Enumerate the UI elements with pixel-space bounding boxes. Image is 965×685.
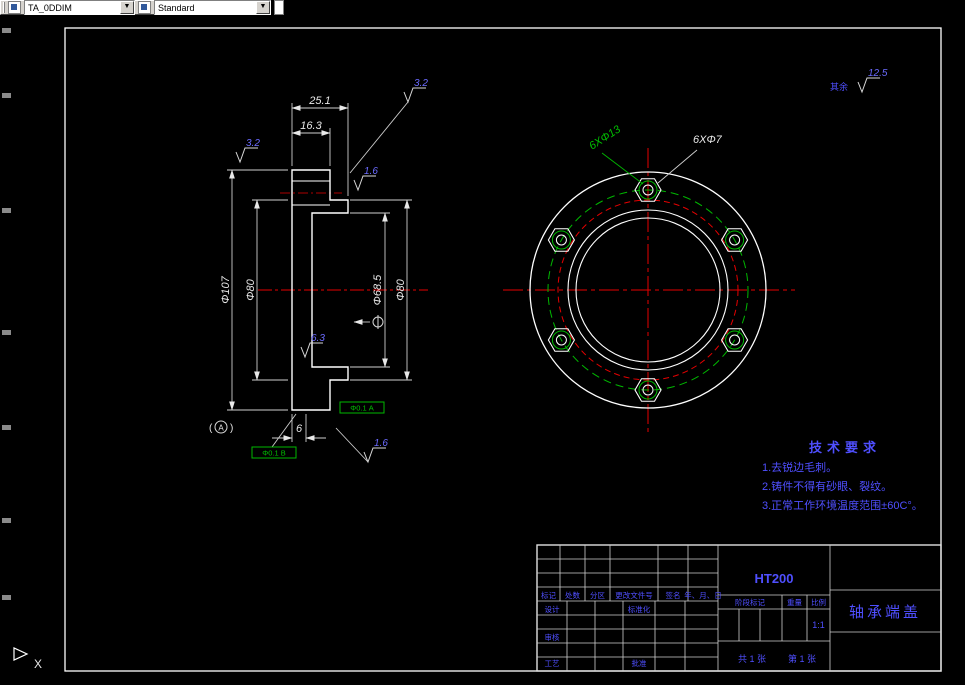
datum-paren: ) bbox=[230, 423, 233, 434]
chevron-down-icon[interactable]: ▼ bbox=[256, 1, 270, 14]
gdt-text: Φ0.1 A bbox=[350, 404, 374, 413]
dim-total-width: 25.1 bbox=[308, 95, 330, 107]
craft-label: 工艺 bbox=[545, 659, 560, 668]
tech-req-item: 1.去锐边毛刺。 bbox=[762, 460, 837, 474]
dim-step: 6 bbox=[296, 423, 303, 435]
drawing-canvas[interactable]: 25.1 16.3 Φ107 Φ80 Φ68.5 Φ80 6 3.2 3.2 1… bbox=[0, 0, 965, 685]
weight-label: 重量 bbox=[787, 598, 802, 607]
rev-label: 年、月、日 bbox=[684, 590, 722, 600]
part-name: 轴承端盖 bbox=[849, 604, 921, 621]
chevron-down-icon[interactable]: ▼ bbox=[120, 1, 134, 14]
text-style-dropdown[interactable]: Standard ▼ bbox=[154, 0, 271, 15]
rev-label: 处数 bbox=[565, 590, 580, 600]
rev-label: 分区 bbox=[590, 591, 605, 600]
ucs-x-label: X bbox=[34, 657, 42, 671]
gdt-text: Φ0.1 B bbox=[262, 449, 286, 458]
hole-label: 6XΦ7 bbox=[693, 134, 723, 146]
text-style-icon[interactable] bbox=[138, 1, 151, 14]
dim-flange-width: 16.3 bbox=[300, 120, 322, 132]
roughness-value: 1.6 bbox=[374, 438, 388, 449]
scale-value: 1:1 bbox=[812, 620, 825, 630]
dim-bore-dia: Φ68.5 bbox=[372, 274, 384, 305]
datum-letter: A bbox=[218, 424, 224, 433]
rev-label: 更改文件号 bbox=[615, 590, 653, 600]
rev-label: 标记 bbox=[541, 590, 556, 600]
tech-req-title: 技术要求 bbox=[809, 440, 881, 455]
layers-icon[interactable] bbox=[8, 1, 21, 14]
rev-label: 签名 bbox=[666, 590, 681, 600]
toolbar-grip[interactable] bbox=[3, 2, 5, 13]
tech-req-item: 3.正常工作环境温度范围±60C°。 bbox=[762, 498, 923, 512]
roughness-value: 3.2 bbox=[414, 78, 428, 89]
layer-value: TA_0DDIM bbox=[28, 2, 72, 13]
style-value: Standard bbox=[158, 2, 195, 13]
toolbar-sliver bbox=[274, 0, 284, 15]
layer-toolbar: TA_0DDIM ▼ Standard ▼ bbox=[0, 0, 284, 15]
roughness-value: 12.5 bbox=[868, 68, 888, 79]
tech-req-item: 2.铸件不得有砂眼、裂纹。 bbox=[762, 479, 892, 493]
roughness-value: 3.2 bbox=[246, 138, 260, 149]
stage-label: 阶段标记 bbox=[735, 597, 765, 607]
dim-left-dia: Φ80 bbox=[245, 278, 257, 300]
model-space-background[interactable] bbox=[0, 0, 965, 685]
other-surfaces-label: 其余 bbox=[830, 81, 848, 92]
approve-label: 批准 bbox=[632, 658, 647, 668]
dim-right-dia: Φ80 bbox=[395, 278, 407, 300]
design-label: 设计 bbox=[545, 604, 560, 614]
sheet-number: 第 1 张 bbox=[788, 653, 816, 664]
dim-outer-dia: Φ107 bbox=[220, 275, 232, 303]
cad-window: TA_0DDIM ▼ Standard ▼ 25.1 16.3 Φ107 Φ80… bbox=[0, 0, 965, 685]
roughness-value: 6.3 bbox=[311, 333, 325, 344]
roughness-value: 1.6 bbox=[364, 166, 378, 177]
review-label: 审核 bbox=[545, 632, 560, 642]
layer-dropdown[interactable]: TA_0DDIM ▼ bbox=[24, 0, 135, 15]
sheet-total: 共 1 张 bbox=[738, 654, 766, 664]
material-spec: HT200 bbox=[754, 571, 793, 586]
scale-label: 比例 bbox=[811, 597, 826, 607]
standardization-label: 标准化 bbox=[628, 604, 651, 614]
